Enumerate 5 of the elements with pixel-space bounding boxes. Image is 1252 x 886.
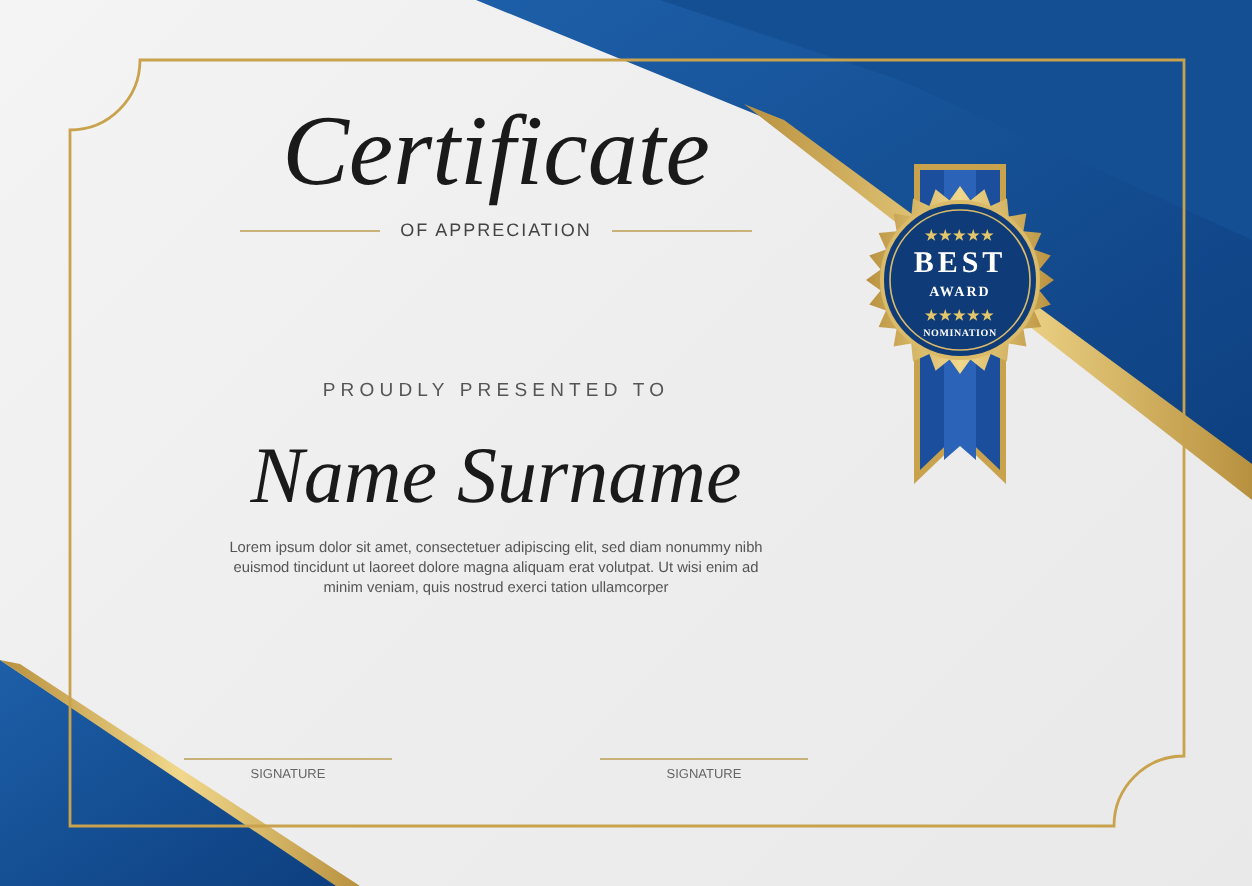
presented-to-label: PROUDLY PRESENTED TO xyxy=(322,380,670,402)
certificate-subtitle: OF APPRECIATION xyxy=(400,220,592,240)
certificate-title: Certificate xyxy=(282,92,710,208)
recipient-name: Name Surname xyxy=(250,430,742,522)
badge-headline: BEST xyxy=(911,250,1009,280)
